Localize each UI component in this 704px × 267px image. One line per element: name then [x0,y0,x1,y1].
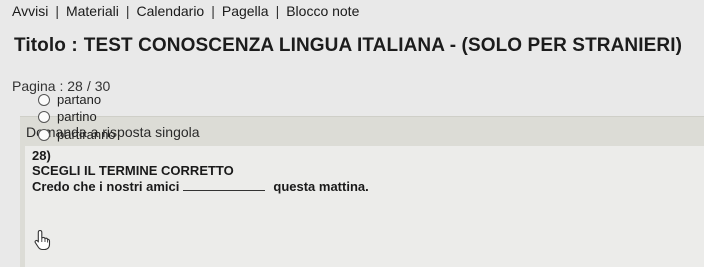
answer-blank [183,190,266,191]
nav-separator: | [125,3,130,19]
nav-item-blocco-note[interactable]: Blocco note [286,3,359,19]
radio-button[interactable] [38,93,50,106]
sentence-before: Credo che i nostri amici [32,179,180,194]
top-nav: Avvisi | Materiali | Calendario | Pagell… [12,3,359,19]
question-number: 28) [32,148,51,163]
option-label: partiranno [57,127,116,142]
option-label: partano [57,92,102,107]
option-partano[interactable]: partano [38,92,101,107]
nav-separator: | [275,3,280,19]
radio-button[interactable] [38,110,50,123]
nav-item-calendario[interactable]: Calendario [137,3,205,19]
title-text: TEST CONOSCENZA LINGUA ITALIANA - (SOLO … [83,35,683,56]
nav-separator: | [211,3,215,19]
option-partiranno[interactable]: partiranno [38,127,116,142]
question-sentence: Credo che i nostri amici questa mattina. [32,179,369,194]
nav-item-pagella[interactable]: Pagella [222,3,269,19]
nav-item-materiali[interactable]: Materiali [66,3,119,19]
page-title: Titolo : TEST CONOSCENZA LINGUA ITALIANA … [14,35,682,57]
question-body: 28) SCEGLI IL TERMINE CORRETTO Credo che… [25,146,704,267]
page: Avvisi | Materiali | Calendario | Pagell… [0,0,704,267]
hand-pointer-icon [34,229,51,251]
nav-item-avvisi[interactable]: Avvisi [12,3,48,19]
option-label: partino [57,109,97,124]
sentence-after: questa mattina. [273,179,369,194]
question-panel: Domanda a risposta singola 28) SCEGLI IL… [20,116,704,267]
nav-separator: | [55,3,59,19]
question-instruction: SCEGLI IL TERMINE CORRETTO [32,163,234,178]
option-partino[interactable]: partino [38,109,97,124]
title-prefix: Titolo : [14,35,78,56]
radio-button[interactable] [38,128,50,141]
